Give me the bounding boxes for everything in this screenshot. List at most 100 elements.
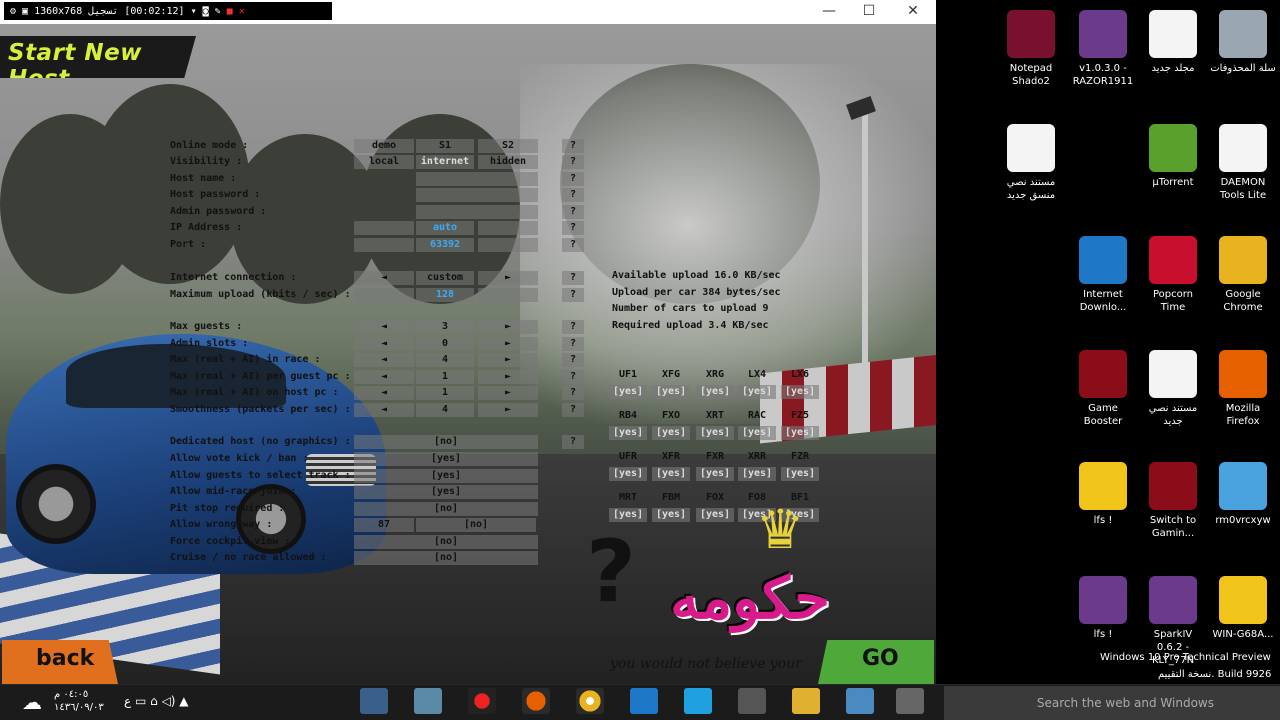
setting-value[interactable] (416, 205, 538, 219)
setting-value[interactable]: ◄ (354, 337, 414, 351)
car-toggle[interactable]: [yes] (781, 467, 819, 481)
setting-value[interactable]: ► (478, 386, 538, 400)
taskbar-firefox-icon[interactable] (522, 688, 550, 714)
camera-icon[interactable]: ◙ (203, 6, 209, 17)
taskbar-clock[interactable]: ٠٤:٠٥ م ١٤٣٦/٠٩/٠٣ (54, 688, 104, 714)
car-toggle[interactable]: [yes] (609, 467, 647, 481)
desktop-icon[interactable]: Mozilla Firefox (1210, 350, 1276, 428)
help-button[interactable]: ? (562, 155, 584, 169)
desktop-icon[interactable]: Switch to Gamin... (1140, 462, 1206, 540)
go-button[interactable]: GO (818, 640, 934, 684)
car-toggle[interactable]: [yes] (609, 426, 647, 440)
help-button[interactable]: ? (562, 172, 584, 186)
desktop-icon[interactable]: مجلد جديد (1140, 10, 1206, 75)
car-toggle[interactable]: [yes] (696, 508, 734, 522)
car-toggle[interactable]: [yes] (652, 467, 690, 481)
setting-value[interactable]: 128 (416, 288, 474, 302)
car-toggle[interactable]: [yes] (738, 467, 776, 481)
setting-value[interactable]: ◄ (354, 370, 414, 384)
recorder-close-icon[interactable]: ✕ (239, 6, 245, 17)
setting-value[interactable]: ► (478, 271, 538, 285)
taskbar-record-icon[interactable] (468, 688, 496, 714)
desktop-icon[interactable]: Google Chrome (1210, 236, 1276, 314)
setting-value[interactable]: 3 (416, 320, 474, 334)
setting-value[interactable] (478, 221, 538, 235)
car-toggle[interactable]: [yes] (652, 426, 690, 440)
desktop-icon[interactable]: rm0vrcxyw (1210, 462, 1276, 527)
taskbar-lfs-icon[interactable] (360, 688, 388, 714)
setting-value[interactable]: [no] (354, 502, 538, 516)
desktop-icon[interactable]: WIN-G68A... (1210, 576, 1276, 641)
setting-value[interactable]: ► (478, 337, 538, 351)
setting-value[interactable]: local (354, 155, 414, 169)
setting-value[interactable]: ◄ (354, 403, 414, 417)
car-toggle[interactable]: [yes] (609, 385, 647, 399)
taskbar-app-icon[interactable] (414, 688, 442, 714)
help-button[interactable]: ? (562, 370, 584, 384)
car-toggle[interactable]: [yes] (652, 508, 690, 522)
car-toggle[interactable]: [yes] (696, 467, 734, 481)
setting-value[interactable] (354, 238, 414, 252)
maximize-button[interactable]: ☐ (846, 0, 892, 24)
setting-value[interactable]: ◄ (354, 320, 414, 334)
pen-icon[interactable]: ✎ (215, 6, 221, 17)
car-toggle[interactable]: [yes] (696, 426, 734, 440)
setting-value[interactable] (416, 188, 538, 202)
taskbar-chrome-icon[interactable] (576, 688, 604, 714)
search-input[interactable]: Search the web and Windows (944, 686, 1280, 720)
desktop-icon[interactable]: Notepad Shado2 (998, 10, 1064, 88)
help-button[interactable]: ? (562, 403, 584, 417)
help-button[interactable]: ? (562, 337, 584, 351)
setting-value[interactable]: 1 (416, 370, 474, 384)
setting-value[interactable]: hidden (478, 155, 538, 169)
car-toggle[interactable]: [yes] (738, 385, 776, 399)
setting-value[interactable]: [no] (416, 518, 536, 532)
car-toggle[interactable]: [yes] (781, 426, 819, 440)
help-button[interactable]: ? (562, 288, 584, 302)
setting-value[interactable]: ◄ (354, 353, 414, 367)
taskbar-skype-icon[interactable] (684, 688, 712, 714)
setting-value[interactable] (354, 288, 414, 302)
desktop-icon[interactable]: Internet Downlo... (1070, 236, 1136, 314)
setting-value[interactable]: S2 (478, 139, 538, 153)
car-toggle[interactable]: [yes] (781, 385, 819, 399)
setting-value[interactable] (478, 238, 538, 252)
desktop-icon[interactable]: lfs ! (1070, 576, 1136, 641)
taskbar-explorer-icon[interactable] (792, 688, 820, 714)
setting-value[interactable]: ◄ (354, 386, 414, 400)
desktop-icon[interactable]: DAEMON Tools Lite (1210, 124, 1276, 202)
help-button[interactable]: ? (562, 271, 584, 285)
system-tray[interactable]: ع ▭ ⌂ ◁) ▲ (124, 694, 189, 708)
setting-value[interactable]: S1 (416, 139, 474, 153)
setting-value[interactable]: auto (416, 221, 474, 235)
taskbar-window-icon[interactable] (896, 688, 924, 714)
desktop-icon[interactable]: مستند نصي منسق جديد (998, 124, 1064, 202)
setting-value[interactable]: [yes] (354, 452, 538, 466)
setting-value[interactable] (354, 221, 414, 235)
help-button[interactable]: ? (562, 205, 584, 219)
desktop-icon[interactable]: lfs ! (1070, 462, 1136, 527)
setting-value[interactable]: [yes] (354, 469, 538, 483)
desktop-icon[interactable]: Game Booster (1070, 350, 1136, 428)
help-button[interactable]: ? (562, 238, 584, 252)
help-button[interactable]: ? (562, 139, 584, 153)
help-button[interactable]: ? (562, 353, 584, 367)
car-toggle[interactable]: [yes] (738, 426, 776, 440)
recorder-icon[interactable]: ⚙ (10, 6, 16, 17)
help-button[interactable]: ? (562, 320, 584, 334)
setting-value[interactable]: [no] (354, 551, 538, 565)
stop-icon[interactable]: ■ (227, 6, 233, 17)
help-button[interactable]: ? (562, 386, 584, 400)
setting-value[interactable]: 4 (416, 403, 474, 417)
help-button[interactable]: ? (562, 188, 584, 202)
dropdown-icon[interactable]: ▾ (191, 6, 197, 17)
car-toggle[interactable]: [yes] (609, 508, 647, 522)
setting-value[interactable]: ► (478, 353, 538, 367)
setting-value[interactable]: 87 (354, 518, 414, 532)
setting-value[interactable]: [yes] (354, 485, 538, 499)
setting-value[interactable]: 0 (416, 337, 474, 351)
setting-value[interactable]: 1 (416, 386, 474, 400)
desktop-icon[interactable]: مستند نصي جديد (1140, 350, 1206, 428)
setting-value[interactable] (478, 288, 538, 302)
setting-value[interactable] (416, 172, 538, 186)
